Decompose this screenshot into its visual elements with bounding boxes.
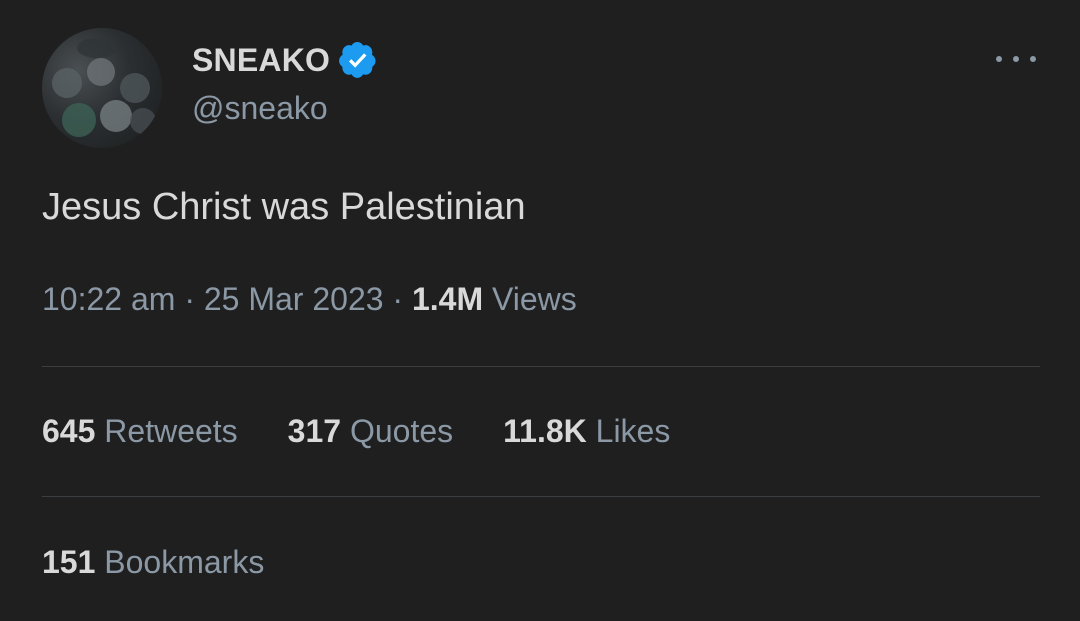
views-label: Views [492,281,577,317]
retweets-stat[interactable]: 645 Retweets [42,413,238,450]
avatar[interactable] [42,28,162,148]
dot [996,56,1002,62]
retweets-count: 645 [42,413,96,449]
divider [42,496,1040,497]
engagement-stats: 645 Retweets 317 Quotes 11.8K Likes [42,413,720,450]
views-count: 1.4M [411,281,484,317]
author-display-name[interactable]: SNEAKO [192,42,330,79]
meta-separator: · [383,281,412,317]
likes-count: 11.8K [503,413,587,449]
dot [1013,56,1019,62]
bookmarks-count: 151 [42,544,96,580]
quotes-count: 317 [287,413,342,449]
quotes-stat[interactable]: 317 Quotes [288,413,453,450]
tweet-text: Jesus Christ was Palestinian [42,186,526,228]
likes-label: Likes [595,413,671,449]
bookmarks-label: Bookmarks [104,544,265,580]
meta-separator: · [175,281,204,317]
bookmarks-stat[interactable]: 151 Bookmarks [42,544,264,581]
author-name-row[interactable]: SNEAKO [192,40,378,80]
tweet-time[interactable]: 10:22 am [42,281,175,317]
retweets-label: Retweets [104,413,238,449]
tweet-date[interactable]: 25 Mar 2023 [204,281,384,317]
tweet-meta: 10:22 am · 25 Mar 2023 · 1.4M Views [42,281,577,318]
divider [42,366,1040,367]
quotes-label: Quotes [349,413,454,449]
likes-stat[interactable]: 11.8K Likes [503,413,670,450]
dot [1030,56,1036,62]
verified-badge-icon [339,42,376,78]
author-handle[interactable]: @sneako [192,90,328,127]
more-options-icon[interactable] [996,46,1036,72]
